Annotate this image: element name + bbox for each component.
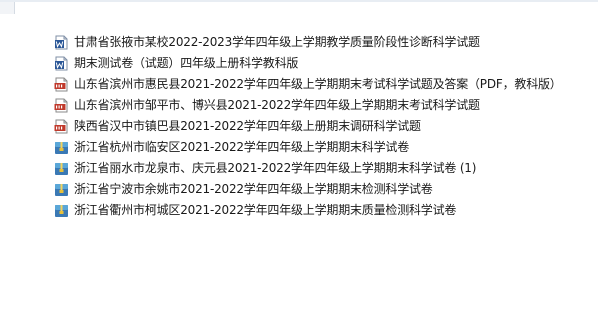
file-name: 山东省滨州市邹平市、博兴县2021-2022学年四年级上学期期末考试科学试题: [74, 98, 480, 112]
file-item[interactable]: 浙江省宁波市余姚市2021-2022学年四年级上学期期末检测科学试卷: [54, 179, 594, 200]
pdf-icon: [54, 119, 68, 134]
archive-icon: [55, 163, 68, 175]
archive-icon: [55, 205, 68, 217]
file-name: 山东省滨州市惠民县2021-2022学年四年级上学期期末考试科学试题及答案（PD…: [74, 77, 562, 91]
pdf-icon: [54, 98, 68, 113]
pdf-icon: [54, 77, 68, 92]
file-name: 陕西省汉中市镇巴县2021-2022学年四年级上册期末调研科学试题: [74, 119, 421, 133]
file-item[interactable]: 浙江省丽水市龙泉市、庆元县2021-2022学年四年级上学期期末科学试卷 (1): [54, 158, 594, 179]
file-item[interactable]: 浙江省杭州市临安区2021-2022学年四年级上学期期末科学试卷: [54, 137, 594, 158]
word-icon: [55, 35, 68, 50]
file-name: 期末测试卷（试题）四年级上册科学教科版: [74, 56, 299, 70]
word-icon: [55, 56, 68, 71]
pane-corner: [0, 2, 15, 14]
file-item[interactable]: 期末测试卷（试题）四年级上册科学教科版: [54, 53, 594, 74]
file-item[interactable]: 甘肃省张掖市某校2022-2023学年四年级上学期教学质量阶段性诊断科学试题: [54, 32, 594, 53]
file-name: 甘肃省张掖市某校2022-2023学年四年级上学期教学质量阶段性诊断科学试题: [74, 35, 480, 49]
archive-icon: [55, 184, 68, 196]
file-name: 浙江省丽水市龙泉市、庆元县2021-2022学年四年级上学期期末科学试卷 (1): [74, 161, 477, 175]
archive-icon: [55, 142, 68, 154]
file-item[interactable]: 山东省滨州市邹平市、博兴县2021-2022学年四年级上学期期末考试科学试题: [54, 95, 594, 116]
file-item[interactable]: 山东省滨州市惠民县2021-2022学年四年级上学期期末考试科学试题及答案（PD…: [54, 74, 594, 95]
file-item[interactable]: 浙江省衢州市柯城区2021-2022学年四年级上学期期末质量检测科学试卷: [54, 200, 594, 221]
file-item[interactable]: 陕西省汉中市镇巴县2021-2022学年四年级上册期末调研科学试题: [54, 116, 594, 137]
file-name: 浙江省宁波市余姚市2021-2022学年四年级上学期期末检测科学试卷: [74, 182, 433, 196]
window-top-border: [0, 0, 598, 2]
file-list: 甘肃省张掖市某校2022-2023学年四年级上学期教学质量阶段性诊断科学试题 期末…: [54, 32, 594, 221]
file-name: 浙江省衢州市柯城区2021-2022学年四年级上学期期末质量检测科学试卷: [74, 203, 457, 217]
file-name: 浙江省杭州市临安区2021-2022学年四年级上学期期末科学试卷: [74, 140, 410, 154]
